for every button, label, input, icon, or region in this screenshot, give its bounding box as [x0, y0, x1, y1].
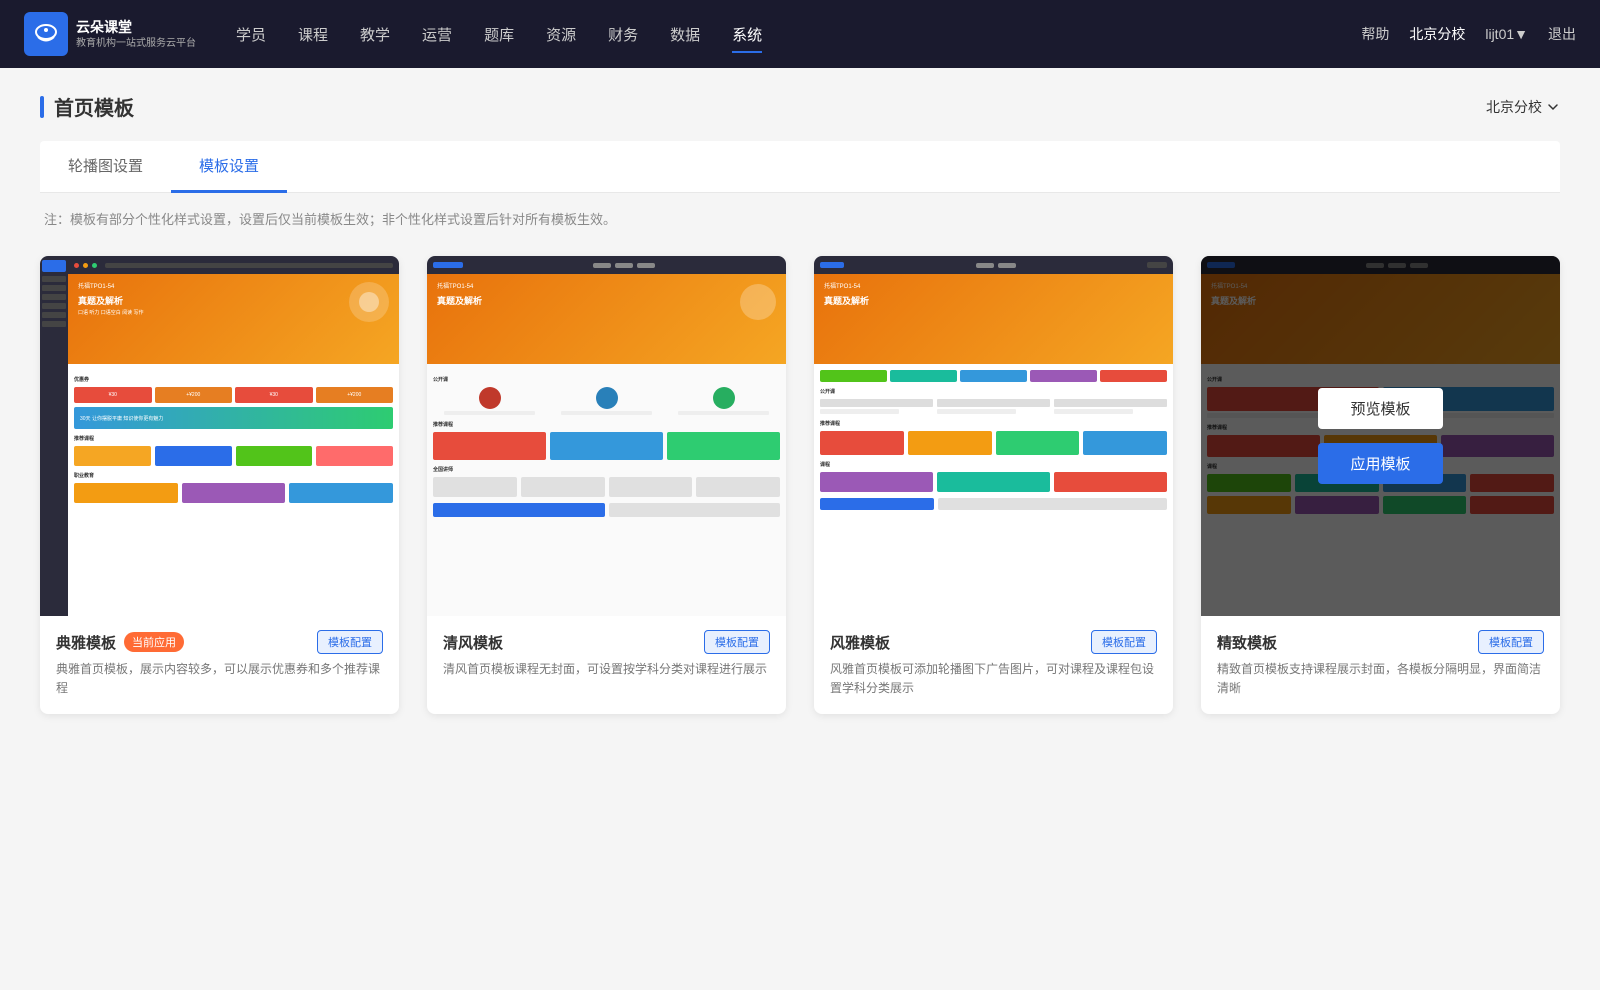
- template-desc-fengya: 风雅首页模板可添加轮播图下广告图片，可对课程及课程包设置学科分类展示: [830, 660, 1157, 698]
- mock-hero: 托福TPO1-54 真题及解析 口语 听力 口语空白 阅读 写作: [68, 274, 399, 364]
- template-name-clean: 清风模板: [443, 632, 503, 653]
- overlay-exquisite: 预览模板 应用模板: [1201, 256, 1560, 616]
- note-bar: 注：模板有部分个性化样式设置，设置后仅当前模板生效；非个性化样式设置后针对所有模…: [40, 209, 1560, 228]
- chevron-down-icon: [1546, 100, 1560, 114]
- template-card-exquisite: 托福TPO1-54 真题及解析 公开课: [1201, 256, 1560, 714]
- config-btn-elegant[interactable]: 模板配置: [317, 630, 383, 654]
- mock-topbar-fengya: [814, 256, 1173, 274]
- template-name-elegant: 典雅模板: [56, 632, 116, 653]
- mock-hero-clean: 托福TPO1-54 真题及解析: [427, 274, 786, 364]
- template-name-row-fengya: 风雅模板 模板配置: [830, 630, 1157, 654]
- template-name-row-elegant: 典雅模板 当前应用 模板配置: [56, 630, 383, 654]
- logo-text: 云朵课堂 教育机构一站式服务云平台: [76, 18, 196, 49]
- config-btn-exquisite[interactable]: 模板配置: [1478, 630, 1544, 654]
- page-header: 首页模板 北京分校: [40, 92, 1560, 121]
- mock-body-clean: 公开课: [427, 364, 786, 616]
- template-card-elegant: 托福TPO1-54 真题及解析 口语 听力 口语空白 阅读 写作 优惠券: [40, 256, 399, 714]
- template-info-exquisite: 精致模板 模板配置 精致首页模板支持课程展示封面，各模板分隔明显，界面简洁清晰: [1201, 616, 1560, 714]
- template-name-exquisite: 精致模板: [1217, 632, 1277, 653]
- help-link[interactable]: 帮助: [1361, 24, 1389, 44]
- config-btn-fengya[interactable]: 模板配置: [1091, 630, 1157, 654]
- user-menu[interactable]: lijt01▼: [1485, 26, 1528, 42]
- mock-topbar-clean: [427, 256, 786, 274]
- template-info-clean: 清风模板 模板配置 清风首页模板课程无封面，可设置按学科分类对课程进行展示: [427, 616, 786, 695]
- tabs-container: 轮播图设置 模板设置: [40, 141, 1560, 193]
- template-card-fengya: 托福TPO1-54 真题及解析 公开课: [814, 256, 1173, 714]
- page-title: 首页模板: [40, 92, 134, 121]
- logout-button[interactable]: 退出: [1548, 24, 1576, 44]
- logo[interactable]: 云朵课堂 教育机构一站式服务云平台: [24, 12, 196, 56]
- template-info-fengya: 风雅模板 模板配置 风雅首页模板可添加轮播图下广告图片，可对课程及课程包设置学科…: [814, 616, 1173, 714]
- nav-data[interactable]: 数据: [670, 20, 700, 49]
- tab-template[interactable]: 模板设置: [171, 141, 287, 193]
- page-content: 首页模板 北京分校 轮播图设置 模板设置 注：模板有部分个性化样式设置，设置后仅…: [0, 68, 1600, 990]
- mock-main: 托福TPO1-54 真题及解析 口语 听力 口语空白 阅读 写作 优惠券: [68, 256, 399, 616]
- mock-sidebar: [40, 256, 68, 616]
- mock-screen-fengya: 托福TPO1-54 真题及解析 公开课: [814, 256, 1173, 616]
- config-btn-clean[interactable]: 模板配置: [704, 630, 770, 654]
- template-preview-fengya[interactable]: 托福TPO1-54 真题及解析 公开课: [814, 256, 1173, 616]
- template-name-fengya: 风雅模板: [830, 632, 890, 653]
- navbar: 云朵课堂 教育机构一站式服务云平台 学员 课程 教学 运营 题库 资源 财务 数…: [0, 0, 1600, 68]
- template-card-clean: 托福TPO1-54 真题及解析 公开课: [427, 256, 786, 714]
- template-desc-exquisite: 精致首页模板支持课程展示封面，各模板分隔明显，界面简洁清晰: [1217, 660, 1544, 698]
- mock-hero-fengya: 托福TPO1-54 真题及解析: [814, 274, 1173, 364]
- nav-courses[interactable]: 课程: [298, 20, 328, 49]
- template-preview-clean[interactable]: 托福TPO1-54 真题及解析 公开课: [427, 256, 786, 616]
- tab-carousel[interactable]: 轮播图设置: [40, 141, 171, 193]
- template-info-elegant: 典雅模板 当前应用 模板配置 典雅首页模板，展示内容较多，可以展示优惠券和多个推…: [40, 616, 399, 714]
- template-preview-exquisite[interactable]: 托福TPO1-54 真题及解析 公开课: [1201, 256, 1560, 616]
- mock-screen-clean: 托福TPO1-54 真题及解析 公开课: [427, 256, 786, 616]
- mock-body: 优惠券 ¥30 +¥200 ¥30 +¥200 30天 让你摆脱平庸 知识使你更…: [68, 364, 399, 616]
- nav-questions[interactable]: 题库: [484, 20, 514, 49]
- mock-body-fengya: 公开课: [814, 364, 1173, 616]
- nav-finance[interactable]: 财务: [608, 20, 638, 49]
- template-name-row-clean: 清风模板 模板配置: [443, 630, 770, 654]
- branch-label[interactable]: 北京分校: [1409, 24, 1465, 44]
- nav-resources[interactable]: 资源: [546, 20, 576, 49]
- nav-system[interactable]: 系统: [732, 20, 762, 49]
- template-name-row-exquisite: 精致模板 模板配置: [1217, 630, 1544, 654]
- template-desc-elegant: 典雅首页模板，展示内容较多，可以展示优惠券和多个推荐课程: [56, 660, 383, 698]
- branch-selector[interactable]: 北京分校: [1486, 97, 1560, 117]
- nav-right: 帮助 北京分校 lijt01▼ 退出: [1361, 24, 1576, 44]
- nav-menu: 学员 课程 教学 运营 题库 资源 财务 数据 系统: [236, 20, 1361, 49]
- mock-topbar: [68, 256, 399, 274]
- logo-icon: [24, 12, 68, 56]
- nav-students[interactable]: 学员: [236, 20, 266, 49]
- templates-grid: 托福TPO1-54 真题及解析 口语 听力 口语空白 阅读 写作 优惠券: [40, 256, 1560, 714]
- nav-operations[interactable]: 运营: [422, 20, 452, 49]
- template-desc-clean: 清风首页模板课程无封面，可设置按学科分类对课程进行展示: [443, 660, 770, 679]
- template-preview-elegant[interactable]: 托福TPO1-54 真题及解析 口语 听力 口语空白 阅读 写作 优惠券: [40, 256, 399, 616]
- apply-btn-exquisite[interactable]: 应用模板: [1318, 443, 1442, 484]
- preview-btn-exquisite[interactable]: 预览模板: [1318, 388, 1442, 429]
- nav-teaching[interactable]: 教学: [360, 20, 390, 49]
- badge-current-elegant: 当前应用: [124, 632, 184, 652]
